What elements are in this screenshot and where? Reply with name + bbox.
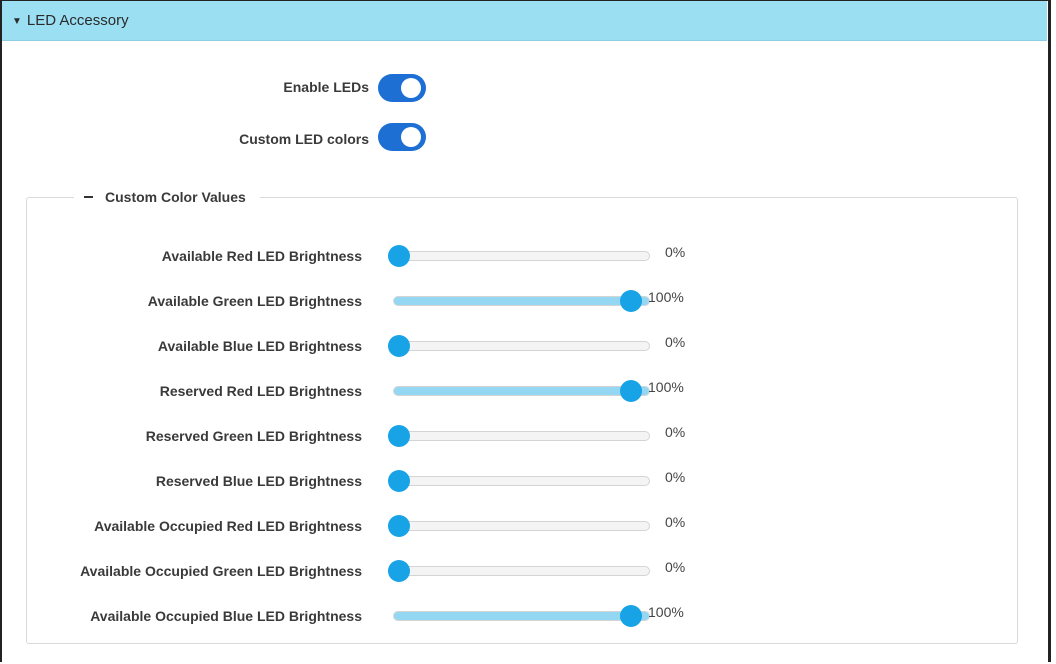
minus-icon xyxy=(84,196,93,198)
slider-track[interactable] xyxy=(393,611,650,621)
slider-row: Available Red LED Brightness 0% xyxy=(0,242,1056,272)
slider-fill xyxy=(394,297,649,305)
enable-leds-label: Enable LEDs xyxy=(283,79,369,95)
slider-value: 0% xyxy=(665,244,686,260)
slider-thumb[interactable] xyxy=(388,560,410,582)
slider-track[interactable] xyxy=(393,251,650,261)
slider-fill xyxy=(394,387,649,395)
slider-row: Reserved Blue LED Brightness 0% xyxy=(0,467,1056,497)
slider-track[interactable] xyxy=(393,431,650,441)
slider-row: Reserved Red LED Brightness 100% xyxy=(0,377,1056,407)
slider-label: Available Blue LED Brightness xyxy=(157,338,362,354)
slider-row: Available Occupied Red LED Brightness 0% xyxy=(0,512,1056,542)
slider-value: 100% xyxy=(648,604,684,620)
slider-row: Available Green LED Brightness 100% xyxy=(0,287,1056,317)
slider-row: Available Occupied Blue LED Brightness 10… xyxy=(0,602,1056,632)
slider-value: 100% xyxy=(648,289,684,305)
slider-row: Reserved Green LED Brightness 0% xyxy=(0,422,1056,452)
custom-color-values-legend[interactable]: Custom Color Values xyxy=(74,186,260,208)
slider-fill xyxy=(394,612,649,620)
slider-label: Reserved Blue LED Brightness xyxy=(155,473,362,489)
slider-row: Available Occupied Green LED Brightness 0… xyxy=(0,557,1056,587)
slider-value: 0% xyxy=(665,514,686,530)
slider-track[interactable] xyxy=(393,566,650,576)
legend-label: Custom Color Values xyxy=(105,189,246,205)
slider-track[interactable] xyxy=(393,341,650,351)
slider-thumb[interactable] xyxy=(388,245,410,267)
slider-thumb[interactable] xyxy=(620,290,642,312)
slider-thumb[interactable] xyxy=(620,380,642,402)
slider-value: 0% xyxy=(665,559,686,575)
custom-led-colors-toggle[interactable] xyxy=(378,123,426,151)
slider-thumb[interactable] xyxy=(388,470,410,492)
caret-down-icon: ▼ xyxy=(12,15,22,27)
slider-value: 0% xyxy=(665,334,686,350)
slider-label: Available Occupied Green LED Brightness xyxy=(80,563,362,579)
slider-thumb[interactable] xyxy=(388,425,410,447)
toggle-knob xyxy=(401,127,421,147)
toggle-knob xyxy=(401,78,421,98)
slider-track[interactable] xyxy=(393,296,650,306)
slider-value: 0% xyxy=(665,424,686,440)
slider-label: Available Red LED Brightness xyxy=(161,248,362,264)
section-header-led-accessory[interactable]: ▼ LED Accessory xyxy=(2,1,1047,41)
slider-value: 100% xyxy=(648,379,684,395)
slider-thumb[interactable] xyxy=(620,605,642,627)
section-title: LED Accessory xyxy=(26,12,129,29)
enable-leds-toggle[interactable] xyxy=(378,74,426,102)
slider-label: Available Occupied Blue LED Brightness xyxy=(90,608,362,624)
slider-track[interactable] xyxy=(393,521,650,531)
slider-row: Available Blue LED Brightness 0% xyxy=(0,332,1056,362)
slider-thumb[interactable] xyxy=(388,515,410,537)
slider-label: Reserved Red LED Brightness xyxy=(159,383,362,399)
slider-thumb[interactable] xyxy=(388,335,410,357)
slider-track[interactable] xyxy=(393,476,650,486)
custom-led-colors-label: Custom LED colors xyxy=(239,131,369,147)
slider-value: 0% xyxy=(665,469,686,485)
slider-track[interactable] xyxy=(393,386,650,396)
slider-label: Available Occupied Red LED Brightness xyxy=(94,518,362,534)
slider-label: Reserved Green LED Brightness xyxy=(145,428,362,444)
slider-label: Available Green LED Brightness xyxy=(147,293,362,309)
